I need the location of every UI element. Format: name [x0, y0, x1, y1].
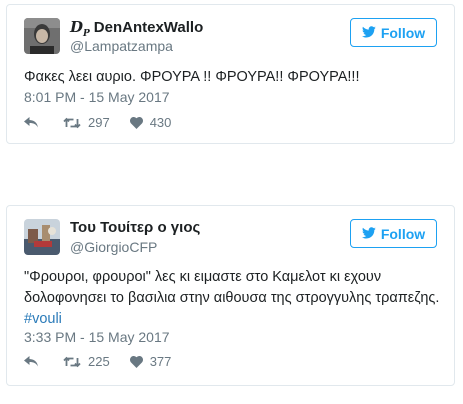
follow-button[interactable]: Follow	[350, 18, 437, 47]
reply-icon	[24, 117, 38, 128]
avatar[interactable]	[24, 219, 60, 255]
tweet-text: "Φρουροι, φρουροι" λες κι ειμαστε στο Κα…	[24, 267, 440, 330]
display-name[interactable]: Του Τουίτερ ο γιος	[70, 219, 200, 236]
user-handle[interactable]: @Lampatzampa	[70, 38, 173, 54]
tweet-timestamp[interactable]: 8:01 PM - 15 May 2017	[24, 89, 170, 105]
follow-label: Follow	[380, 225, 426, 242]
follow-label: Follow	[380, 24, 426, 41]
like-button[interactable]: 377	[129, 354, 172, 369]
tweet-text: Φακες λεει αυριο. ΦΡΟΥΡΑ !! ΦΡΟΥΡΑ!! ΦΡΟ…	[24, 69, 360, 85]
avatar[interactable]	[24, 18, 60, 54]
name-logo: DP	[70, 18, 90, 39]
display-name-text: DenAntexWallo	[93, 19, 204, 36]
tweet-text-body: "Φρουροι, φρουροι" λες κι ειμαστε στο Κα…	[24, 269, 440, 306]
retweet-icon	[63, 117, 81, 129]
reply-button[interactable]	[24, 356, 38, 367]
reply-button[interactable]	[24, 117, 38, 128]
heart-icon	[129, 355, 143, 368]
like-button[interactable]: 430	[129, 115, 172, 130]
hashtag-link[interactable]: #vouli	[24, 311, 62, 327]
heart-icon	[129, 116, 143, 129]
display-name[interactable]: DP DenAntexWallo	[70, 18, 203, 39]
tweet-card: Του Τουίτερ ο γιος @GiorgioCFP Follow "Φ…	[6, 205, 455, 386]
twitter-bird-icon	[361, 226, 376, 242]
twitter-bird-icon	[361, 25, 376, 41]
tweet-actions: 297 430	[24, 115, 171, 130]
retweet-button[interactable]: 297	[63, 115, 110, 130]
user-handle[interactable]: @GiorgioCFP	[70, 239, 157, 255]
tweet-timestamp[interactable]: 3:33 PM - 15 May 2017	[24, 329, 170, 345]
retweet-icon	[63, 356, 81, 368]
like-count: 430	[149, 115, 172, 130]
retweet-button[interactable]: 225	[63, 354, 110, 369]
tweet-card: DP DenAntexWallo @Lampatzampa Follow Φακε…	[6, 4, 455, 144]
retweet-count: 225	[88, 354, 110, 369]
like-count: 377	[149, 354, 172, 369]
reply-icon	[24, 356, 38, 367]
follow-button[interactable]: Follow	[350, 219, 437, 248]
retweet-count: 297	[88, 115, 110, 130]
tweet-actions: 225 377	[24, 354, 171, 369]
